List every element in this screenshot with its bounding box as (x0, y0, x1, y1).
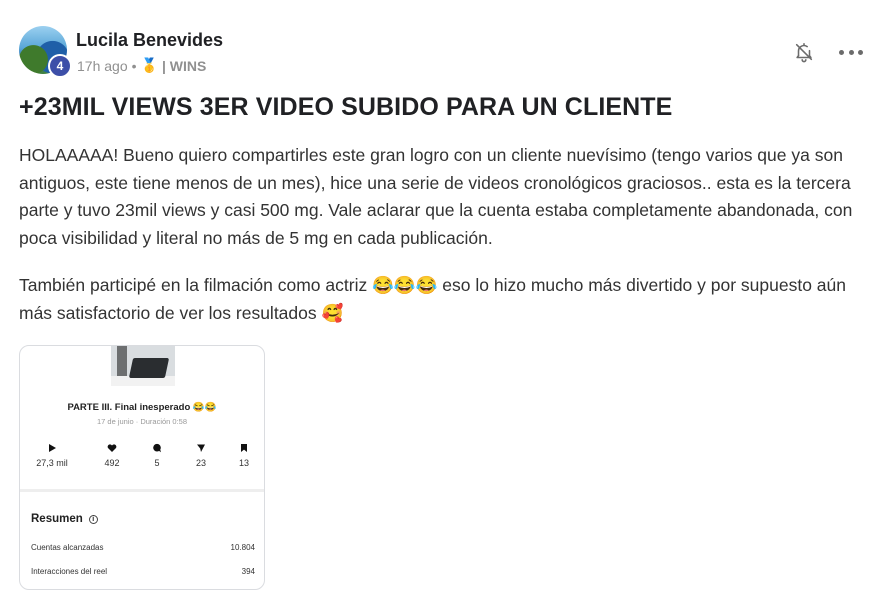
medal-icon: 🥇 (140, 57, 158, 73)
summary-row-value: 394 (241, 567, 255, 576)
stat-plays: 27,3 mil (30, 443, 74, 468)
post-paragraph-1: HOLAAAAA! Bueno quiero compartirles este… (19, 145, 853, 248)
bell-off-icon[interactable] (793, 40, 815, 64)
stat-comments-value: 5 (154, 458, 160, 468)
stat-plays-value: 27,3 mil (36, 458, 68, 468)
play-icon (49, 444, 56, 452)
card-divider (20, 489, 264, 492)
bookmark-icon (241, 444, 247, 452)
video-stats: 27,3 mil 492 5 23 13 (30, 443, 260, 473)
author-name[interactable]: Lucila Benevides (76, 30, 223, 51)
attachment-image[interactable]: PARTE III. Final inesperado 😂😂 17 de jun… (19, 345, 265, 590)
post-meta: 17h ago • 🥇 | WINS (77, 57, 206, 74)
stat-saves: 13 (222, 443, 264, 468)
stat-likes-value: 492 (104, 458, 120, 468)
summary-heading: Resumen i (31, 513, 98, 525)
stat-comments: 5 (135, 443, 179, 468)
heart-icon (107, 444, 117, 452)
more-options-icon[interactable] (839, 42, 863, 62)
stat-shares: 23 (179, 443, 223, 468)
video-thumbnail (111, 346, 175, 386)
stat-saves-value: 13 (238, 458, 249, 468)
stat-shares-value: 23 (195, 458, 206, 468)
summary-row-label: Cuentas alcanzadas (31, 543, 104, 552)
summary-row-value: 10.804 (230, 543, 255, 552)
summary-row: Cuentas alcanzadas 10.804 (31, 543, 255, 552)
post-time[interactable]: 17h ago (77, 58, 128, 74)
comment-icon (153, 443, 161, 453)
post-title: +23MIL VIEWS 3ER VIDEO SUBIDO PARA UN CL… (19, 93, 673, 121)
summary-title: Resumen (31, 513, 83, 525)
video-title: PARTE III. Final inesperado 😂😂 (67, 402, 217, 413)
info-icon: i (88, 514, 98, 524)
stat-likes: 492 (90, 443, 134, 468)
summary-row: Interacciones del reel 394 (31, 567, 255, 576)
post-paragraph-2: También participé en la filmación como a… (19, 275, 846, 323)
meta-separator: • (131, 57, 137, 74)
video-date-duration: 17 de junio · Duración 0:58 (96, 417, 188, 426)
post-category[interactable]: | WINS (162, 58, 206, 74)
summary-row-label: Interacciones del reel (31, 567, 108, 576)
level-badge: 4 (48, 54, 72, 78)
send-icon (197, 444, 205, 452)
